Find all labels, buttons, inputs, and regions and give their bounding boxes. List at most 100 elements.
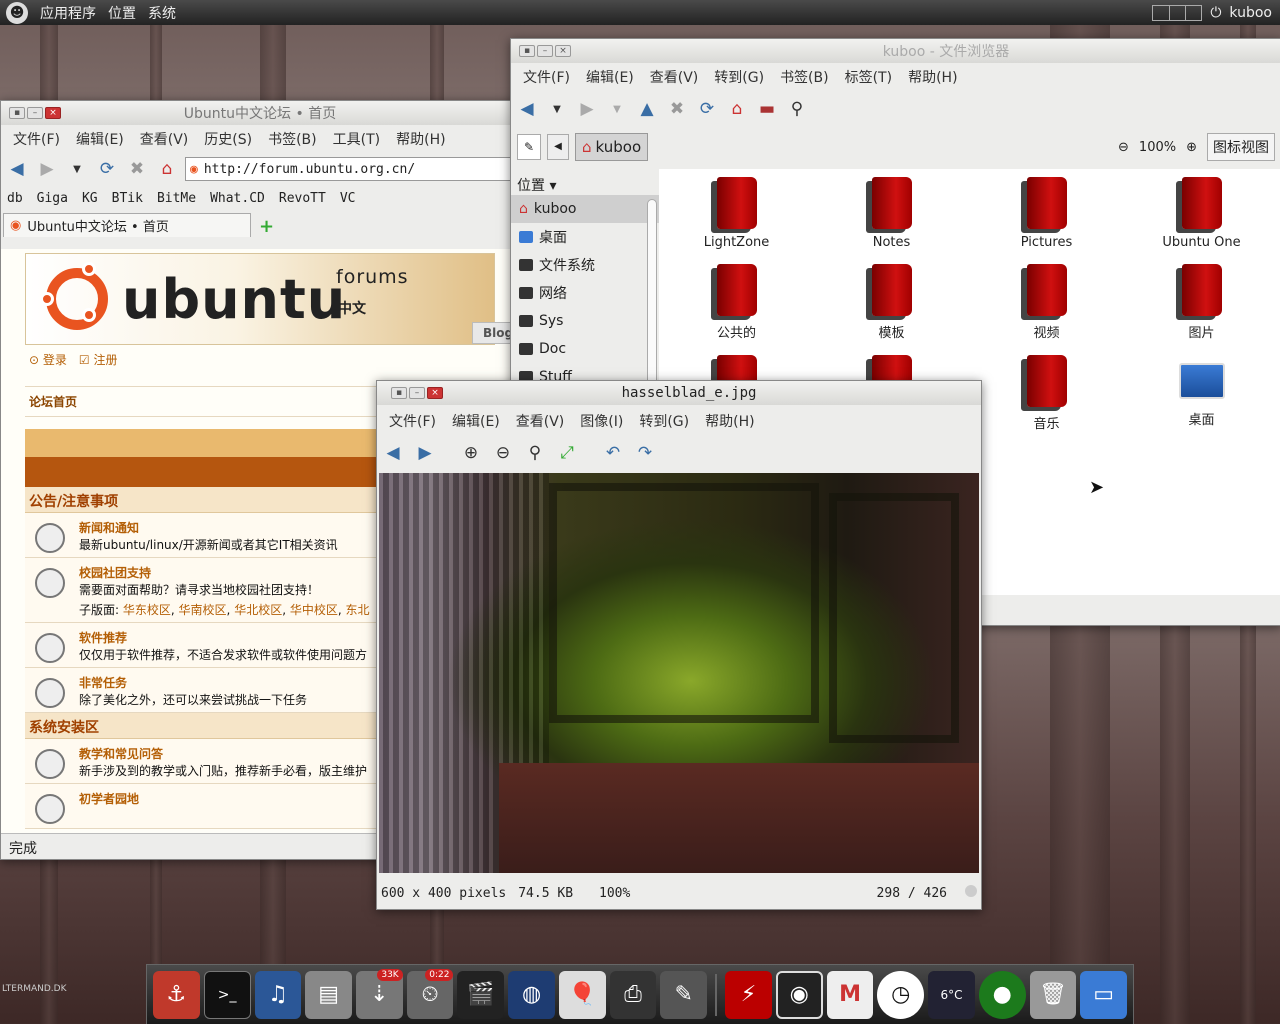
back-icon[interactable]: ◀ (515, 97, 539, 121)
file-item[interactable]: 公共的 (659, 264, 814, 341)
zoom-in-icon[interactable]: ⊕ (459, 441, 483, 465)
bookmark-item[interactable]: RevoTT (279, 191, 326, 206)
stop-icon[interactable]: ✖ (665, 97, 689, 121)
forward-dropdown-icon[interactable]: ▼ (605, 97, 629, 121)
gimp-icon[interactable]: ✎ (660, 970, 708, 1019)
path-left-arrow-icon[interactable]: ◀ (547, 134, 569, 160)
sidebar-header[interactable]: 位置 ▾ (511, 169, 659, 195)
status-orb-icon[interactable]: ● (978, 970, 1026, 1019)
zoom-in-icon[interactable]: ⊕ (1186, 140, 1197, 155)
rotate-left-icon[interactable]: ↶ (601, 441, 625, 465)
back-icon[interactable]: ◀ (5, 157, 29, 181)
document-viewer-icon[interactable]: ▤ (305, 970, 352, 1019)
zoom-out-icon[interactable]: ⊖ (491, 441, 515, 465)
subforum-link[interactable]: 华中校区 (290, 603, 338, 617)
power-icon[interactable]: ⏻ (1210, 5, 1221, 21)
menu-help[interactable]: 帮助(H) (697, 411, 762, 431)
menu-tools[interactable]: 工具(T) (325, 129, 388, 149)
file-item[interactable]: Notes (814, 177, 969, 250)
firefox-titlebar[interactable]: ▪ – × Ubuntu中文论坛 • 首页 (1, 101, 519, 125)
displayed-photo[interactable] (379, 473, 979, 873)
gmail-icon[interactable]: M (826, 970, 874, 1019)
menu-edit[interactable]: 编辑(E) (578, 67, 642, 87)
blog-tab[interactable]: Blog (472, 322, 513, 344)
computer-icon[interactable]: ▬ (755, 97, 779, 121)
login-link[interactable]: ⊙ 登录 (29, 351, 67, 368)
weather-icon[interactable]: 6°C (928, 970, 975, 1019)
subforum-link[interactable]: 华南校区 (179, 603, 227, 617)
reload-icon[interactable]: ⟳ (695, 97, 719, 121)
menu-file[interactable]: 文件(F) (5, 129, 68, 149)
minimize-button[interactable]: ▪ (9, 107, 25, 119)
register-link[interactable]: ☑ 注册 (79, 351, 118, 368)
menu-view[interactable]: 查看(V) (132, 129, 197, 149)
file-item[interactable]: 音乐 (969, 355, 1124, 432)
subforum-link[interactable]: 华北校区 (234, 603, 282, 617)
place-desktop[interactable]: 桌面 (511, 223, 659, 251)
place-network[interactable]: 网络 (511, 279, 659, 307)
search-icon[interactable]: ⚲ (785, 97, 809, 121)
image-viewer-titlebar[interactable]: ▪ – × hasselblad_e.jpg (377, 381, 981, 405)
home-icon[interactable]: ⌂ (725, 97, 749, 121)
torrent-client-icon[interactable]: ⇣ 33K (355, 968, 403, 1019)
menu-go[interactable]: 转到(G) (706, 67, 772, 87)
tab-forum[interactable]: ◉ Ubuntu中文论坛 • 首页 (3, 213, 251, 237)
desktop-icon[interactable]: ▭ (1080, 970, 1128, 1019)
file-browser-titlebar[interactable]: ▪ – × kuboo - 文件浏览器 (511, 39, 1280, 63)
up-icon[interactable]: ▲ (635, 97, 659, 121)
maximize-button[interactable]: – (409, 387, 425, 399)
sidebar-scrollbar[interactable] (647, 199, 657, 399)
file-item[interactable]: LightZone (659, 177, 814, 250)
history-dropdown-icon[interactable]: ▼ (65, 157, 89, 181)
minimize-button[interactable]: ▪ (519, 45, 535, 57)
forum-title[interactable]: 初学者园地 (79, 790, 139, 807)
workspace-switcher[interactable] (1152, 4, 1203, 21)
maximize-button[interactable]: – (27, 107, 43, 119)
menu-go[interactable]: 转到(G) (631, 411, 697, 431)
forward-icon[interactable]: ▶ (575, 97, 599, 121)
terminal-icon[interactable]: >_ (203, 970, 251, 1019)
clock-icon[interactable]: ◷ (877, 970, 925, 1019)
url-input[interactable]: ◉ http://forum.ubuntu.org.cn/ (185, 157, 519, 181)
menu-edit[interactable]: 编辑(E) (68, 129, 132, 149)
bookmark-item[interactable]: VC (340, 191, 356, 206)
subforum-link[interactable]: 东北 (346, 603, 370, 617)
forum-title[interactable]: 教学和常见问答 (79, 745, 367, 762)
close-button[interactable]: × (427, 387, 443, 399)
bookmark-item[interactable]: KG (82, 191, 98, 206)
music-player-icon[interactable]: ♫ (254, 970, 302, 1019)
image-viewer-icon[interactable]: 🎈 (558, 970, 606, 1019)
video-editor-icon[interactable]: 🎬 (457, 970, 505, 1019)
menu-file[interactable]: 文件(F) (381, 411, 444, 431)
menu-bookmarks[interactable]: 书签(B) (260, 129, 325, 149)
file-item[interactable]: 图片 (1124, 264, 1279, 341)
reload-icon[interactable]: ⟳ (95, 157, 119, 181)
menu-history[interactable]: 历史(S) (196, 129, 260, 149)
zoom-fit-icon[interactable]: ⤢ (555, 441, 579, 465)
bookmark-item[interactable]: db (7, 191, 23, 206)
menu-edit[interactable]: 编辑(E) (444, 411, 508, 431)
previous-image-icon[interactable]: ◀ (381, 441, 405, 465)
web-browser-icon[interactable]: ◍ (508, 970, 555, 1019)
file-item[interactable]: 视频 (969, 264, 1124, 341)
zoom-normal-icon[interactable]: ⚲ (523, 441, 547, 465)
close-button[interactable]: × (555, 45, 571, 57)
hard-drive-icon[interactable]: ◉ (775, 970, 823, 1019)
place-doc[interactable]: Doc (511, 335, 659, 363)
menu-help[interactable]: 帮助(H) (388, 129, 453, 149)
user-menu[interactable]: kuboo (1229, 5, 1272, 21)
subforum-link[interactable]: 华东校区 (123, 603, 171, 617)
back-dropdown-icon[interactable]: ▼ (545, 97, 569, 121)
resize-grip-icon[interactable] (965, 885, 977, 897)
zoom-out-icon[interactable]: ⊖ (1118, 140, 1129, 155)
bookmark-item[interactable]: What.CD (210, 191, 265, 206)
menu-bookmarks[interactable]: 书签(B) (772, 67, 837, 87)
file-item[interactable]: Ubuntu One (1124, 177, 1279, 250)
usb-drive-icon[interactable]: ⚡ (725, 970, 772, 1019)
place-kuboo[interactable]: ⌂ kuboo (511, 195, 659, 223)
menu-file[interactable]: 文件(F) (515, 67, 578, 87)
maximize-button[interactable]: – (537, 45, 553, 57)
home-icon[interactable]: ⌂ (155, 157, 179, 181)
file-item[interactable]: 桌面 (1124, 355, 1279, 432)
menu-places[interactable]: 位置 (102, 3, 142, 23)
